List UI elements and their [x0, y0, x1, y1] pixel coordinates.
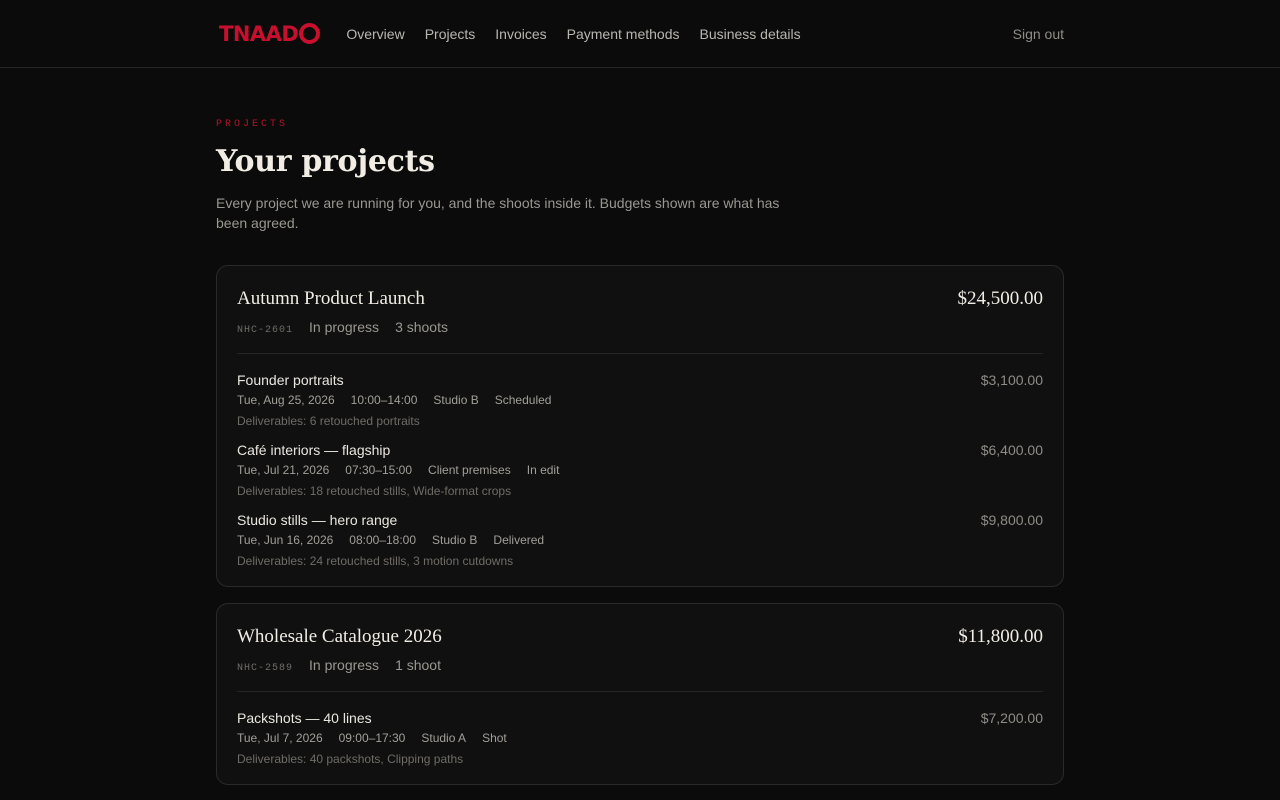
shoot-time: 09:00–17:30 — [338, 731, 406, 745]
shoot-status: In edit — [526, 463, 560, 477]
shoot-deliverables: Deliverables: 40 packshots, Clipping pat… — [237, 752, 464, 766]
shoot-location: Studio A — [421, 731, 467, 745]
project-card-title: Autumn Product Launch — [237, 288, 425, 309]
project-card-meta: NHC-2601 In progress 3 shoots — [237, 319, 1043, 336]
main-content: PROJECTS Your projects Every project we … — [216, 69, 1064, 785]
project-shoot-count: 1 shoot — [395, 657, 441, 673]
shoot-info-line: Tue, Jun 16, 2026 08:00–18:00 Studio B D… — [237, 533, 544, 547]
project-card-divider — [237, 691, 1043, 692]
nav-item-overview[interactable]: Overview — [346, 26, 404, 42]
shoot-date: Tue, Aug 25, 2026 — [237, 393, 335, 407]
shoot-row[interactable]: Packshots — 40 lines Tue, Jul 7, 2026 09… — [237, 710, 1043, 766]
shoot-name: Founder portraits — [237, 372, 344, 388]
shoot-name: Packshots — 40 lines — [237, 710, 372, 726]
shoot-location: Studio B — [432, 533, 478, 547]
shoot-date: Tue, Jul 21, 2026 — [237, 463, 330, 477]
project-status: In progress — [309, 319, 380, 335]
sign-out-link[interactable]: Sign out — [1013, 26, 1064, 42]
shoot-deliverables: Deliverables: 24 retouched stills, 3 mot… — [237, 554, 514, 568]
shoot-amount: $3,100.00 — [980, 372, 1043, 388]
shoot-details: Packshots — 40 lines Tue, Jul 7, 2026 09… — [237, 710, 507, 766]
top-navigation-bar: TNAAD Overview Projects Invoices Payment… — [0, 0, 1280, 68]
shoot-status: Delivered — [493, 533, 545, 547]
shoot-info-line: Tue, Aug 25, 2026 10:00–14:00 Studio B S… — [237, 393, 551, 407]
nav-item-projects[interactable]: Projects — [425, 26, 476, 42]
shoot-time: 08:00–18:00 — [349, 533, 417, 547]
shoot-deliverables: Deliverables: 18 retouched stills, Wide-… — [237, 484, 512, 498]
project-card-divider — [237, 353, 1043, 354]
project-shoot-count: 3 shoots — [395, 319, 448, 335]
shoot-status: Shot — [482, 731, 507, 745]
shoot-amount: $7,200.00 — [980, 710, 1043, 726]
shoot-time: 10:00–14:00 — [350, 393, 418, 407]
project-card-title: Wholesale Catalogue 2026 — [237, 626, 442, 647]
page-description: Every project we are running for you, an… — [216, 195, 780, 231]
shoot-info-line: Tue, Jul 7, 2026 09:00–17:30 Studio A Sh… — [237, 731, 507, 745]
shoot-name: Studio stills — hero range — [237, 512, 398, 528]
project-code: NHC-2589 — [237, 663, 294, 674]
shoot-details: Studio stills — hero range Tue, Jun 16, … — [237, 512, 544, 568]
shoot-info-line: Tue, Jul 21, 2026 07:30–15:00 Client pre… — [237, 463, 559, 477]
project-card-header: Wholesale Catalogue 2026 $11,800.00 — [237, 626, 1043, 648]
project-status: In progress — [309, 657, 380, 673]
shoot-location: Client premises — [428, 463, 511, 477]
shoot-location: Studio B — [433, 393, 479, 407]
shoot-row[interactable]: Café interiors — flagship Tue, Jul 21, 2… — [237, 442, 1043, 498]
shoot-date: Tue, Jul 7, 2026 — [237, 731, 323, 745]
page-eyebrow: PROJECTS — [216, 119, 289, 130]
project-card[interactable]: Wholesale Catalogue 2026 $11,800.00 NHC-… — [216, 603, 1064, 785]
shoot-row[interactable]: Founder portraits Tue, Aug 25, 2026 10:0… — [237, 372, 1043, 428]
page-title: Your projects — [216, 144, 435, 179]
shoot-time: 07:30–15:00 — [345, 463, 413, 477]
top-navigation-inner: TNAAD Overview Projects Invoices Payment… — [216, 0, 1064, 68]
brand-logo[interactable]: TNAAD — [219, 22, 321, 46]
project-card-header: Autumn Product Launch $24,500.00 — [237, 288, 1043, 310]
shoot-deliverables: Deliverables: 6 retouched portraits — [237, 414, 420, 428]
shoot-amount: $6,400.00 — [980, 442, 1043, 458]
main-nav: Overview Projects Invoices Payment metho… — [346, 26, 800, 42]
brand-logo-ring-icon — [299, 22, 321, 44]
shoot-details: Founder portraits Tue, Aug 25, 2026 10:0… — [237, 372, 551, 428]
project-card-total: $11,800.00 — [958, 626, 1043, 647]
project-card-total: $24,500.00 — [957, 288, 1044, 309]
brand-logo-text: TNAAD — [219, 22, 299, 46]
nav-item-business-details[interactable]: Business details — [699, 26, 800, 42]
shoot-date: Tue, Jun 16, 2026 — [237, 533, 334, 547]
project-card[interactable]: Autumn Product Launch $24,500.00 NHC-260… — [216, 265, 1064, 587]
nav-item-invoices[interactable]: Invoices — [495, 26, 546, 42]
shoot-amount: $9,800.00 — [980, 512, 1043, 528]
shoot-status: Scheduled — [494, 393, 552, 407]
shoot-row[interactable]: Studio stills — hero range Tue, Jun 16, … — [237, 512, 1043, 568]
shoot-details: Café interiors — flagship Tue, Jul 21, 2… — [237, 442, 559, 498]
shoot-name: Café interiors — flagship — [237, 442, 391, 458]
nav-item-payment-methods[interactable]: Payment methods — [567, 26, 680, 42]
project-code: NHC-2601 — [237, 325, 294, 336]
project-card-meta: NHC-2589 In progress 1 shoot — [237, 657, 1043, 674]
